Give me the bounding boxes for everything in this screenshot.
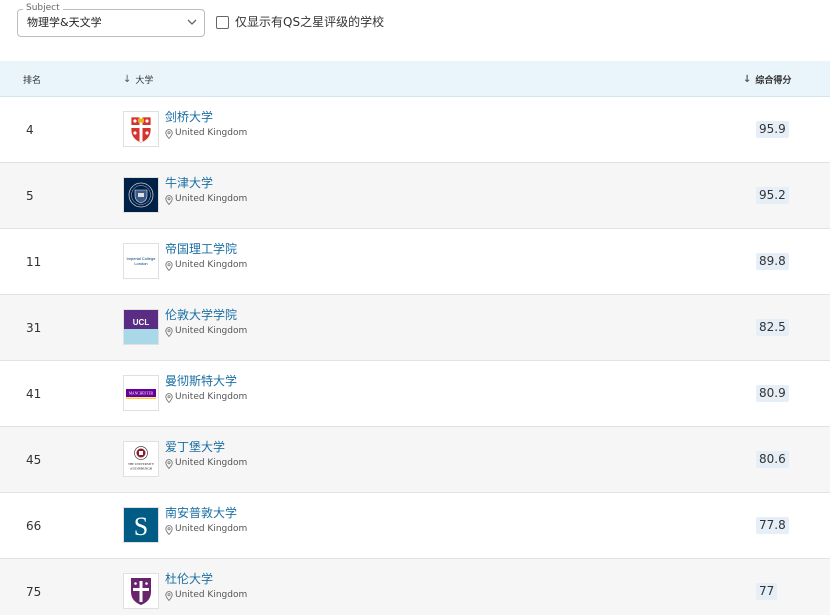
university-name-link[interactable]: 曼彻斯特大学 (165, 374, 237, 389)
subject-select[interactable]: Subject 物理学&天文学 (17, 2, 205, 37)
column-header-university-label: 大学 (135, 76, 154, 86)
edinburgh-crest-icon: THE UNIVERSITY of EDINBURGH (124, 442, 158, 476)
rank-value: 66 (26, 519, 42, 533)
location-pin-icon (165, 590, 173, 601)
location-pin-icon (165, 392, 173, 403)
table-header: 排名 ↓ 大学 ↓ 综合得分 (0, 61, 830, 97)
university-name-link[interactable]: 帝国理工学院 (165, 242, 237, 257)
manchester-wordmark-icon: MANCHESTER (124, 376, 158, 410)
imperial-wordmark-line2: London (134, 261, 147, 266)
cambridge-logo[interactable] (123, 111, 159, 147)
table-row: 11 Imperial College London 帝国理工学院 United… (0, 229, 830, 295)
column-header-rank[interactable]: 排名 (23, 73, 41, 86)
durham-logo[interactable] (123, 573, 159, 609)
durham-crest-icon (124, 574, 158, 608)
ucl-wordmark-icon: UCL (124, 310, 158, 344)
overall-score: 77.8 (756, 517, 789, 534)
university-name-link[interactable]: 爱丁堡大学 (165, 440, 225, 455)
sort-arrow-icon: ↓ (123, 73, 132, 85)
rank-value: 5 (26, 189, 34, 203)
university-location: United Kingdom (165, 128, 247, 139)
subject-select-value: 物理学&天文学 (27, 16, 102, 29)
location-text: United Kingdom (175, 590, 248, 600)
manchester-logo[interactable]: MANCHESTER (123, 375, 159, 411)
imperial-wordmark-icon: Imperial College London (124, 244, 158, 278)
column-header-university[interactable]: ↓ 大学 (123, 73, 153, 86)
university-name-link[interactable]: 剑桥大学 (165, 110, 213, 125)
edinburgh-logo[interactable]: THE UNIVERSITY of EDINBURGH (123, 441, 159, 477)
rank-value: 4 (26, 123, 34, 137)
location-text: United Kingdom (175, 260, 248, 270)
table-row: 31 UCL 伦敦大学学院 United Kingdom 82.5 (0, 295, 830, 361)
university-name-link[interactable]: 杜伦大学 (165, 572, 213, 587)
location-text: United Kingdom (175, 326, 248, 336)
oxford-logo[interactable] (123, 177, 159, 213)
university-location: United Kingdom (165, 194, 247, 205)
imperial-logo[interactable]: Imperial College London (123, 243, 159, 279)
subject-select-label: Subject (23, 2, 63, 14)
overall-score: 82.5 (756, 319, 789, 336)
southampton-letter: S (134, 512, 148, 541)
location-pin-icon (165, 326, 173, 337)
university-name-link[interactable]: 牛津大学 (165, 176, 213, 191)
location-text: United Kingdom (175, 392, 248, 402)
overall-score: 80.9 (756, 385, 789, 402)
table-row: 66 S 南安普敦大学 United Kingdom 77.8 (0, 493, 830, 559)
location-text: United Kingdom (175, 194, 248, 204)
university-location: United Kingdom (165, 458, 247, 469)
location-pin-icon (165, 260, 173, 271)
qs-stars-checkbox[interactable] (216, 15, 229, 29)
rank-value: 75 (26, 585, 42, 599)
table-row: 45 THE UNIVERSITY of EDINBURGH 爱丁堡大学 Uni… (0, 427, 830, 493)
university-location: United Kingdom (165, 392, 247, 403)
location-pin-icon (165, 128, 173, 139)
university-name-link[interactable]: 伦敦大学学院 (165, 308, 237, 323)
sort-arrow-icon: ↓ (743, 73, 752, 85)
university-name-link[interactable]: 南安普敦大学 (165, 506, 237, 521)
overall-score: 95.9 (756, 121, 789, 138)
overall-score: 89.8 (756, 253, 789, 270)
rank-value: 41 (26, 387, 42, 401)
southampton-mark-icon: S (124, 508, 158, 542)
rank-value: 11 (26, 255, 42, 269)
university-location: United Kingdom (165, 260, 247, 271)
qs-stars-filter[interactable]: 仅显示有QS之星评级的学校 (216, 15, 384, 29)
overall-score: 77 (756, 583, 778, 600)
filter-bar: Subject 物理学&天文学 仅显示有QS之星评级的学校 (0, 0, 832, 56)
table-row: 5 牛津大学 United Kingdom 95.2 (0, 163, 830, 229)
ucl-wordmark: UCL (133, 318, 150, 327)
university-location: United Kingdom (165, 590, 247, 601)
chevron-down-icon (187, 19, 197, 25)
ucl-logo[interactable]: UCL (123, 309, 159, 345)
qs-stars-checkbox-label: 仅显示有QS之星评级的学校 (235, 15, 385, 29)
ranking-table: 排名 ↓ 大学 ↓ 综合得分 4 剑桥大学 United Kingdom 95.… (0, 61, 830, 615)
column-header-score[interactable]: ↓ 综合得分 (743, 73, 791, 86)
oxford-crest-icon (124, 178, 158, 212)
manchester-wordmark: MANCHESTER (129, 392, 154, 396)
rank-value: 45 (26, 453, 42, 467)
table-row: 41 MANCHESTER 曼彻斯特大学 United Kingdom 80.9 (0, 361, 830, 427)
university-location: United Kingdom (165, 326, 247, 337)
location-text: United Kingdom (175, 524, 248, 534)
southampton-logo[interactable]: S (123, 507, 159, 543)
rank-value: 31 (26, 321, 42, 335)
column-header-score-label: 综合得分 (755, 76, 792, 86)
table-row: 4 剑桥大学 United Kingdom 95.9 (0, 97, 830, 163)
table-row: 75 杜伦大学 United Kingdom 77 (0, 559, 830, 615)
university-location: United Kingdom (165, 524, 247, 535)
edinburgh-wordmark-line1: THE UNIVERSITY (128, 462, 155, 466)
location-text: United Kingdom (175, 128, 248, 138)
location-pin-icon (165, 194, 173, 205)
location-pin-icon (165, 458, 173, 469)
location-pin-icon (165, 524, 173, 535)
overall-score: 95.2 (756, 187, 789, 204)
overall-score: 80.6 (756, 451, 789, 468)
edinburgh-wordmark-line2: of EDINBURGH (130, 467, 153, 471)
cambridge-crest-icon (130, 116, 152, 144)
location-text: United Kingdom (175, 458, 248, 468)
